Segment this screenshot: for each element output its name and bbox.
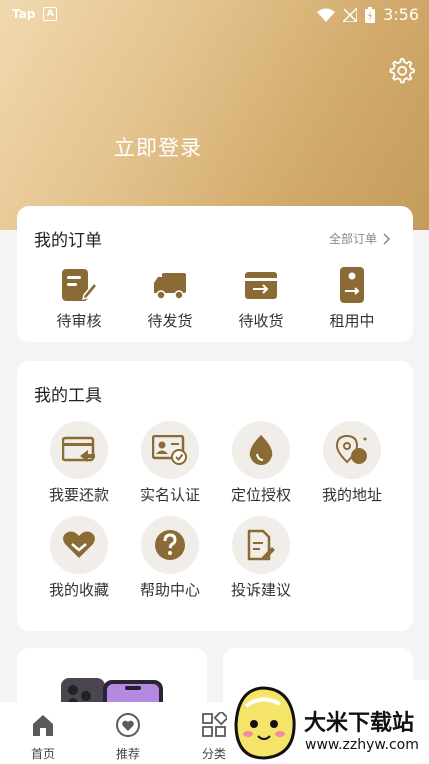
- tool-help-center[interactable]: 帮助中心: [125, 516, 215, 600]
- tools-title: 我的工具: [34, 386, 102, 406]
- tool-complaint-label: 投诉建议: [230, 581, 291, 599]
- grid-icon: [202, 710, 229, 737]
- battery-icon: [365, 6, 376, 23]
- status-bar: Tap A 3:56: [0, 0, 429, 30]
- id-card-check-icon: [152, 435, 187, 465]
- order-renting[interactable]: 租用中: [312, 266, 392, 331]
- tab-recommend-label: 推荐: [115, 747, 140, 761]
- status-time: 3:56: [383, 5, 419, 24]
- profile-header: Tap A 3:56 立即登录: [0, 0, 429, 230]
- chevron-right-icon: [383, 232, 391, 245]
- order-to-ship[interactable]: 待发货: [130, 266, 210, 331]
- status-app-badge: A: [43, 7, 58, 21]
- orders-title: 我的订单: [34, 231, 102, 251]
- tab-home-label: 首页: [30, 747, 55, 761]
- watermark-title: 大米下载站: [304, 711, 415, 736]
- tool-repayment[interactable]: 我要还款: [34, 421, 124, 505]
- home-icon: [33, 715, 53, 736]
- order-renting-label: 租用中: [329, 312, 375, 330]
- tool-real-name-label: 实名认证: [139, 486, 200, 504]
- order-pending-review[interactable]: 待审核: [39, 266, 119, 331]
- heart-circle-icon: [116, 713, 140, 737]
- question-icon: [155, 530, 185, 560]
- tool-repayment-label: 我要还款: [48, 486, 109, 504]
- heart-icon: [63, 531, 95, 558]
- login-link[interactable]: 立即登录: [114, 132, 202, 162]
- tab-recommend[interactable]: 推荐: [98, 712, 158, 762]
- order-to-ship-label: 待发货: [147, 312, 193, 330]
- no-signal-icon: [343, 7, 358, 22]
- order-pending-review-label: 待审核: [56, 312, 102, 330]
- phone-transfer-icon: [340, 267, 364, 303]
- tool-address-label: 我的地址: [321, 486, 382, 504]
- order-to-receive[interactable]: 待收货: [221, 266, 301, 331]
- tool-real-name[interactable]: 实名认证: [125, 421, 215, 505]
- all-orders-label: 全部订单: [328, 232, 377, 246]
- tool-favorites-label: 我的收藏: [48, 581, 109, 599]
- order-to-receive-label: 待收货: [238, 312, 284, 330]
- map-pin-icon: [335, 434, 367, 464]
- clipboard-edit-icon: [62, 269, 98, 301]
- document-edit-icon: [247, 529, 275, 561]
- wifi-icon: [317, 8, 336, 22]
- watermark-url: www.zzhyw.com: [305, 737, 419, 753]
- tool-complaint[interactable]: 投诉建议: [216, 516, 306, 600]
- return-card-icon: [62, 436, 95, 462]
- tool-location[interactable]: 定位授权: [216, 421, 306, 505]
- tools-card: 我的工具 我要还款 实名认证 定位授权 我的地址 我的收藏 帮助中心 投诉建议: [17, 361, 413, 631]
- tool-location-label: 定位授权: [230, 486, 291, 504]
- orders-card: 我的订单 全部订单 待审核 待发货 待收货 租用中: [17, 206, 413, 342]
- tab-home[interactable]: 首页: [13, 712, 73, 762]
- settings-gear-icon[interactable]: [389, 58, 415, 84]
- all-orders-link[interactable]: 全部订单: [329, 230, 391, 247]
- location-drop-icon: [249, 435, 273, 465]
- tool-favorites[interactable]: 我的收藏: [34, 516, 124, 600]
- status-tap-label: Tap: [12, 7, 36, 21]
- tool-help-center-label: 帮助中心: [139, 581, 200, 599]
- tool-address[interactable]: 我的地址: [307, 421, 397, 505]
- truck-icon: [154, 273, 186, 300]
- box-arrow-icon: [245, 272, 277, 299]
